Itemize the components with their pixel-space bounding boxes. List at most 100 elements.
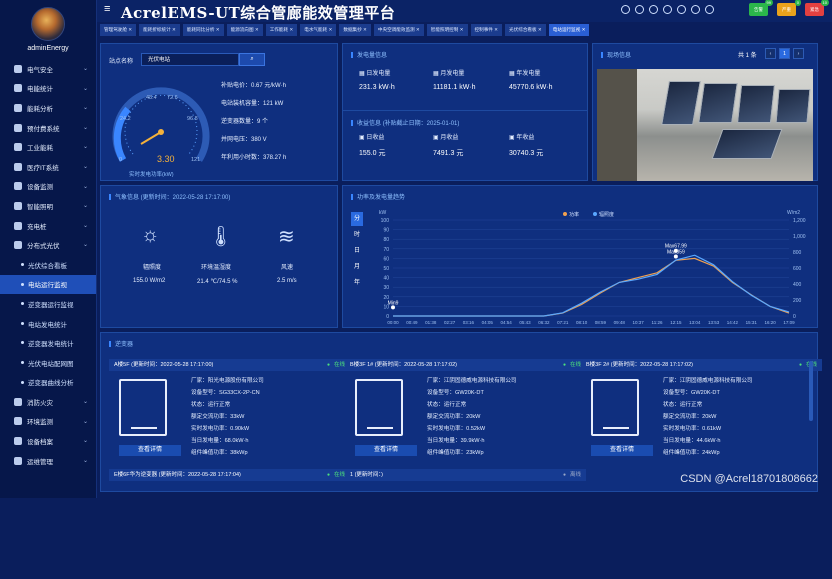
station-search-button[interactable]: ⌕ bbox=[239, 53, 265, 66]
tab[interactable]: 智能照明控制 ✕ bbox=[426, 24, 468, 36]
sidebar-item[interactable]: 逆变器发电统计 bbox=[0, 333, 96, 353]
daily-gen-value: 231.3 kW·h bbox=[359, 84, 395, 91]
sidebar-item[interactable]: 电气安全 ⌄ bbox=[0, 59, 96, 79]
sidebar-item[interactable]: 电站运行监视 bbox=[0, 274, 96, 295]
legend-label: 辐照度 bbox=[599, 211, 614, 218]
yearly-gen-label: ▦ 年发电量 bbox=[509, 71, 541, 77]
help-icon[interactable] bbox=[621, 5, 630, 14]
alarm-badge[interactable]: 告警 99 bbox=[749, 0, 773, 16]
sidebar-item[interactable]: 能耗分析 ⌄ bbox=[0, 98, 96, 118]
tab[interactable]: 控制事件 ✕ bbox=[470, 24, 503, 36]
tab-label: 能源流向图 bbox=[230, 27, 254, 32]
x-tick-label: 02:27 bbox=[444, 320, 456, 325]
view-details-button[interactable]: 查看详情 bbox=[119, 445, 181, 456]
x-tick-label: 08:59 bbox=[595, 320, 607, 325]
skin-icon[interactable] bbox=[691, 5, 700, 14]
inverter-detail: 厂家：江阴固德威电源科技有限公司 bbox=[427, 378, 517, 384]
sidebar-item[interactable]: 智能照明 ⌄ bbox=[0, 196, 96, 216]
tab-label: 控制事件 bbox=[474, 27, 493, 32]
chevron-down-icon: ⌄ bbox=[82, 124, 88, 131]
search-icon[interactable] bbox=[635, 5, 644, 14]
sidebar-item[interactable]: 充电桩 ⌄ bbox=[0, 216, 96, 236]
inverter-detail: 状态：运行正常 bbox=[191, 402, 231, 408]
inverter-detail: 组件峰值功率：38kWp bbox=[191, 450, 248, 456]
sidebar-item[interactable]: 环境监测 ⌄ bbox=[0, 412, 96, 432]
sidebar-item[interactable]: 光伏综合看板 bbox=[0, 255, 96, 275]
x-tick-label: 13:04 bbox=[689, 320, 701, 325]
inverter-detail: 额定交流功率：33kW bbox=[191, 414, 245, 420]
sidebar-item[interactable]: 工业能耗 ⌄ bbox=[0, 137, 96, 157]
sidebar-item-label: 医疗IT系统 bbox=[27, 164, 59, 172]
menu-item-icon bbox=[14, 241, 22, 250]
sidebar-item[interactable]: 逆变器运行监视 bbox=[0, 294, 96, 314]
sidebar-item[interactable]: 电能统计 ⌄ bbox=[0, 79, 96, 99]
alarm-badge[interactable]: 严重 0 bbox=[777, 0, 801, 16]
chevron-down-icon: ⌄ bbox=[82, 203, 88, 210]
sidebar-menu: 电气安全 ⌄ 电能统计 ⌄ 能耗分析 ⌄ 预付费系统 ⌄ 工业能耗 ⌄ 医疗IT系统 ⌄ 设备监测 ⌄ 智能… bbox=[0, 59, 96, 470]
menu-item-icon bbox=[14, 84, 22, 93]
inverter-header: E楼6F华为逆变器 (更新时间：2022-05-28 17:17:04) 在线 bbox=[109, 469, 350, 481]
tab[interactable]: 工作能耗 ✕ bbox=[265, 24, 298, 36]
menu-toggle-icon[interactable]: ≡ bbox=[104, 3, 110, 15]
sidebar-item-label: 智能照明 bbox=[27, 203, 53, 211]
sidebar-item[interactable]: 设备档案 ⌄ bbox=[0, 431, 96, 451]
page-number-button[interactable]: 1 bbox=[779, 48, 790, 59]
scrollbar[interactable] bbox=[809, 361, 813, 421]
period-tab[interactable]: 日 bbox=[351, 244, 363, 258]
period-tab[interactable]: 年 bbox=[351, 276, 363, 290]
top-bar: ≡ AcrelEMS-UT综合管廊能效管理平台 告警 99 严重 0 紧急 10 bbox=[97, 0, 832, 22]
period-tab[interactable]: 时 bbox=[351, 228, 363, 242]
menu-item-icon bbox=[14, 397, 22, 406]
sidebar-item[interactable]: 医疗IT系统 ⌄ bbox=[0, 157, 96, 177]
revenue-title: 收益信息 (补贴截止日期：2025-01-01) bbox=[351, 118, 459, 127]
tab-label: 电站运行监视 bbox=[552, 27, 581, 32]
tab[interactable]: 电站运行监视 ✕ bbox=[548, 24, 590, 36]
sidebar-item[interactable]: 电站发电统计 bbox=[0, 314, 96, 334]
sidebar-item[interactable]: 运维管理 ⌄ bbox=[0, 451, 96, 471]
sidebar-item[interactable]: 逆变器曲线分析 bbox=[0, 373, 96, 393]
settings-icon[interactable] bbox=[705, 5, 714, 14]
inverter-detail: 组件峰值功率：23kWp bbox=[427, 450, 484, 456]
view-details-button[interactable]: 查看详情 bbox=[355, 445, 417, 456]
period-tab[interactable]: 月 bbox=[351, 260, 363, 274]
bell-off-icon[interactable] bbox=[649, 5, 658, 14]
sidebar-item[interactable]: 消防火灾 ⌄ bbox=[0, 392, 96, 412]
tab[interactable]: 中央空调能效监测 ✕ bbox=[373, 24, 424, 36]
username: adminEnergy bbox=[27, 45, 69, 52]
next-page-button[interactable]: › bbox=[793, 48, 804, 59]
inverter-header: A楼5F (更新时间：2022-05-28 17:17:00) 在线 bbox=[109, 359, 350, 371]
tab[interactable]: 能耗同比分析 ✕ bbox=[182, 24, 224, 36]
legend-label: 功率 bbox=[569, 211, 579, 218]
menu-item-icon bbox=[14, 64, 22, 73]
fullscreen-icon[interactable] bbox=[677, 5, 686, 14]
period-tab[interactable]: 分 bbox=[351, 212, 363, 226]
x-tick-label: 01:38 bbox=[425, 320, 437, 325]
chevron-down-icon: ⌄ bbox=[82, 399, 88, 406]
station-select[interactable]: 光伏电站 bbox=[141, 53, 239, 66]
tab[interactable]: 电水气能耗 ✕ bbox=[300, 24, 337, 36]
x-tick-label: 06:32 bbox=[538, 320, 550, 325]
tab[interactable]: 能源流向图 ✕ bbox=[226, 24, 263, 36]
temp-humidity-label: 环境温湿度 bbox=[201, 265, 232, 271]
inverter-header: B楼3F 1# (更新时间：2022-05-28 17:17:02) 在线 bbox=[345, 359, 586, 371]
view-details-button[interactable]: 查看详情 bbox=[591, 445, 653, 456]
sidebar-item-label: 设备监测 bbox=[27, 184, 53, 192]
sidebar-item[interactable]: 设备监测 ⌄ bbox=[0, 177, 96, 197]
sidebar-item[interactable]: 光伏电站配网图 bbox=[0, 353, 96, 373]
tab-label: 工作能耗 bbox=[269, 27, 289, 32]
prev-page-button[interactable]: ‹ bbox=[765, 48, 776, 59]
photo-total: 共 1 条 bbox=[738, 53, 757, 59]
sidebar-item[interactable]: 预付费系统 ⌄ bbox=[0, 118, 96, 138]
theme-icon[interactable] bbox=[663, 5, 672, 14]
tab[interactable]: 光伏综合看板 ✕ bbox=[505, 24, 546, 36]
info-subsidy-price: 补贴电价：0.67 元/kW·h bbox=[221, 83, 287, 89]
tab-label: 能耗同比分析 bbox=[186, 27, 215, 32]
station-label: 站点名称 bbox=[109, 59, 134, 65]
tab[interactable]: 数据集抄 ✕ bbox=[339, 24, 371, 36]
sidebar-item[interactable]: 分布式光伏 ⌄ bbox=[0, 235, 96, 255]
alarm-badge[interactable]: 紧急 10 bbox=[805, 0, 829, 16]
tab[interactable]: 能耗折标统计 ✕ bbox=[139, 24, 180, 36]
avatar[interactable] bbox=[31, 7, 65, 41]
solar-site-photo[interactable] bbox=[597, 69, 813, 181]
tab[interactable]: 管理驾驶舱 ✕ bbox=[100, 24, 137, 36]
